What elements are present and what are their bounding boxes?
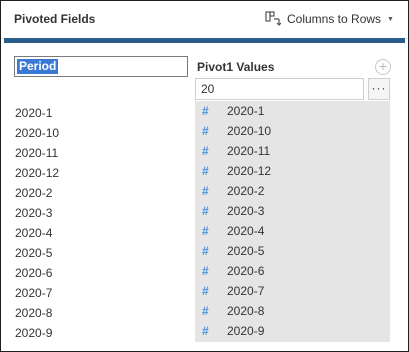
- pivot-field-name-input[interactable]: Period: [14, 56, 188, 77]
- number-hash-icon: #: [202, 124, 209, 138]
- pivot-value-item[interactable]: #2020-6: [195, 261, 390, 281]
- pivot-value-label: 2020-2: [227, 184, 265, 198]
- list-item: 2020-2: [15, 186, 53, 200]
- list-item: 2020-11: [15, 146, 59, 160]
- list-item: 2020-4: [15, 226, 53, 240]
- list-item: 2020-7: [15, 286, 53, 300]
- list-item: 2020-12: [15, 166, 60, 180]
- chevron-down-icon: ▼: [387, 15, 394, 23]
- pivot-value-label: 2020-11: [227, 144, 271, 158]
- pivoted-fields-panel: Pivoted Fields Columns to Rows ▼ Period …: [0, 0, 409, 352]
- pivot-value-label: 2020-7: [227, 284, 265, 298]
- number-hash-icon: #: [202, 224, 209, 238]
- pivot-value-label: 2020-5: [227, 244, 265, 258]
- number-hash-icon: #: [202, 164, 209, 178]
- pivoted-field-values-list: 2020-1 2020-10 2020-11 2020-12 2020-2 20…: [15, 103, 59, 343]
- pivot-value-item[interactable]: #2020-4: [195, 221, 390, 241]
- pivot-values-list: #2020-1 #2020-10 #2020-11 #2020-12 #2020…: [195, 101, 390, 342]
- number-hash-icon: #: [202, 284, 209, 298]
- number-hash-icon: #: [202, 304, 209, 318]
- pivot-value-item[interactable]: #2020-7: [195, 281, 390, 301]
- pivot-values-count[interactable]: 20: [195, 78, 364, 100]
- pivot-mode-label: Columns to Rows: [287, 12, 382, 26]
- list-item: 2020-3: [15, 206, 53, 220]
- pivot-value-label: 2020-10: [227, 124, 272, 138]
- pivot-value-label: 2020-8: [227, 304, 265, 318]
- number-hash-icon: #: [202, 244, 209, 258]
- plus-icon[interactable]: +: [375, 59, 391, 75]
- pivot-value-item[interactable]: #2020-3: [195, 201, 390, 221]
- number-hash-icon: #: [202, 324, 209, 338]
- pivot-value-item[interactable]: #2020-8: [195, 301, 390, 321]
- accent-bar: [4, 38, 405, 43]
- number-hash-icon: #: [202, 264, 209, 278]
- pivot-value-item[interactable]: #2020-11: [195, 141, 390, 161]
- list-item: 2020-9: [15, 326, 53, 340]
- number-hash-icon: #: [202, 204, 209, 218]
- list-item: 2020-1: [15, 106, 53, 120]
- pivot-value-item[interactable]: #2020-1: [195, 101, 390, 121]
- panel-title: Pivoted Fields: [14, 12, 96, 26]
- ellipsis-icon[interactable]: ···: [368, 78, 390, 100]
- pivot-value-item[interactable]: #2020-5: [195, 241, 390, 261]
- pivot-value-item[interactable]: #2020-10: [195, 121, 390, 141]
- pivot-value-label: 2020-1: [227, 104, 265, 118]
- list-item: 2020-8: [15, 306, 53, 320]
- pivot-mode-dropdown[interactable]: Columns to Rows ▼: [265, 9, 403, 29]
- pivot-value-item[interactable]: #2020-12: [195, 161, 390, 181]
- list-item: 2020-5: [15, 246, 53, 260]
- pivot-values-header: Pivot1 Values: [197, 60, 275, 74]
- columns-to-rows-icon: [265, 11, 281, 26]
- pivot-value-label: 2020-6: [227, 264, 265, 278]
- pivot-value-label: 2020-12: [227, 164, 272, 178]
- panel-header: Pivoted Fields Columns to Rows ▼: [1, 1, 408, 39]
- list-item: 2020-10: [15, 126, 60, 140]
- list-item: 2020-6: [15, 266, 53, 280]
- pivot-field-name-selected-text: Period: [17, 59, 59, 74]
- pivot-value-label: 2020-9: [227, 324, 265, 338]
- pivot-value-label: 2020-3: [227, 204, 265, 218]
- pivot-value-label: 2020-4: [227, 224, 265, 238]
- number-hash-icon: #: [202, 144, 209, 158]
- number-hash-icon: #: [202, 104, 209, 118]
- pivot-value-item[interactable]: #2020-2: [195, 181, 390, 201]
- pivot-value-item[interactable]: #2020-9: [195, 321, 390, 341]
- number-hash-icon: #: [202, 184, 209, 198]
